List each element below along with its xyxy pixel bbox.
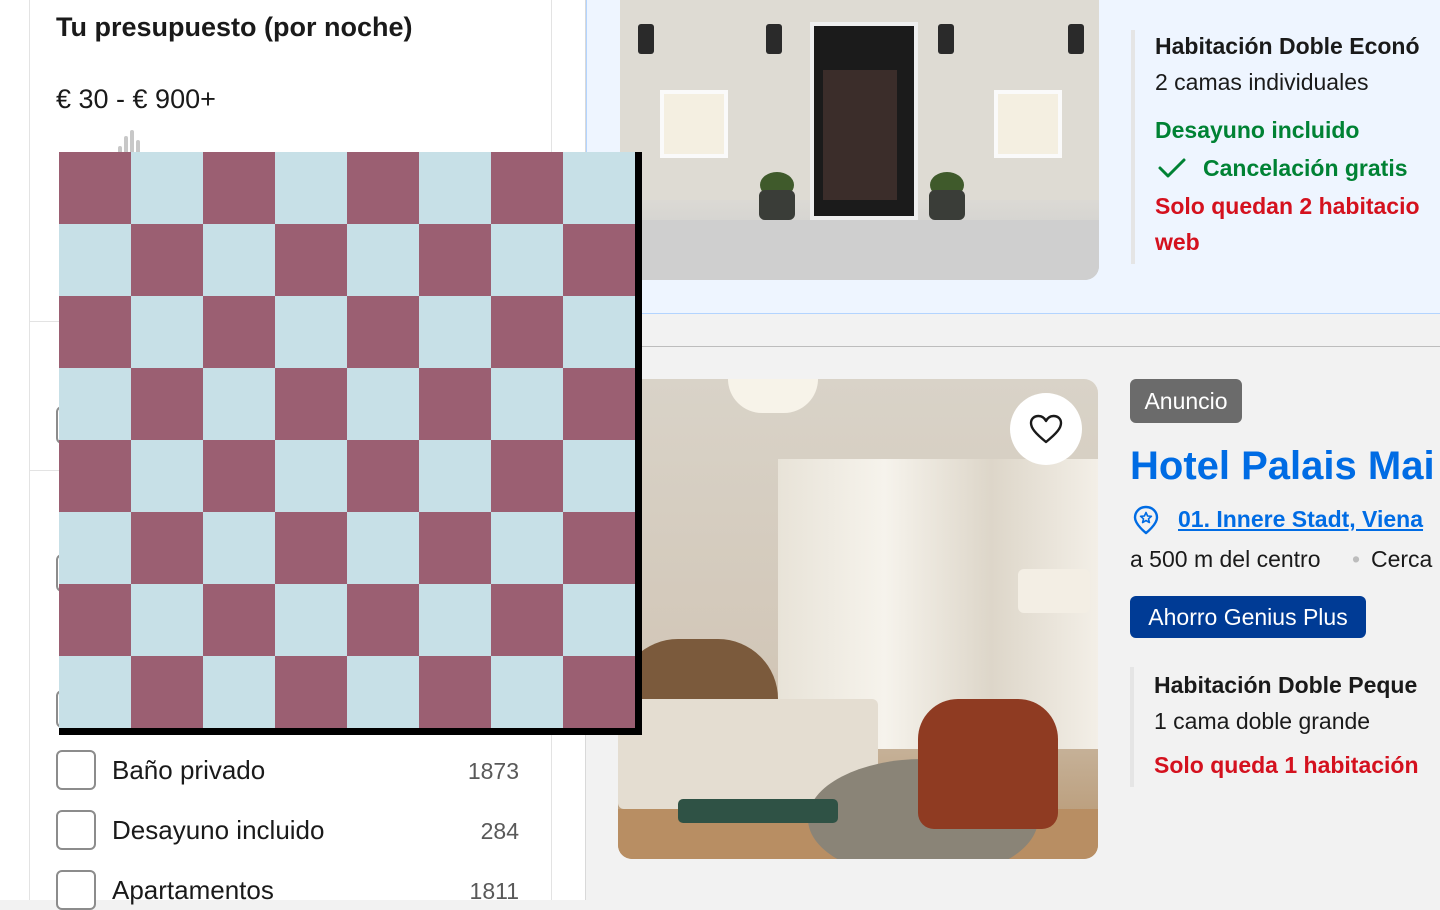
photo-planter <box>929 190 965 220</box>
filter-label: Desayuno incluido <box>112 815 325 845</box>
filter-checkbox[interactable] <box>56 870 96 910</box>
filter-option-breakfast[interactable]: Desayuno incluido 284 <box>56 810 526 850</box>
room-beds: 1 cama doble grande <box>1154 708 1371 734</box>
filter-option-apartments[interactable]: Apartamentos 1811 <box>56 870 526 910</box>
availability-warning-continued: web <box>1155 229 1200 255</box>
distance-from-center: a 500 m del centro <box>1130 546 1321 572</box>
property-photo[interactable] <box>620 0 1099 280</box>
filter-count: 1811 <box>469 878 519 904</box>
map-pin-icon <box>1133 505 1159 535</box>
photo-armchair <box>918 699 1058 829</box>
photo-bench <box>678 799 838 823</box>
photo-lampshade <box>1018 569 1090 613</box>
photo-planter <box>759 190 795 220</box>
address-link[interactable]: 01. Innere Stadt, Viena <box>1178 506 1423 533</box>
filter-count: 284 <box>480 818 519 844</box>
photo-lamp <box>766 24 782 54</box>
photo-window <box>660 90 728 158</box>
room-name: Habitación Doble Peque <box>1154 672 1418 698</box>
free-cancellation: Cancelación gratis <box>1203 155 1408 181</box>
photo-lamp <box>938 24 954 54</box>
filter-option-private-bathroom[interactable]: Baño privado 1873 <box>56 750 526 790</box>
budget-range: € 30 - € 900+ <box>56 84 216 114</box>
photo-street <box>620 220 1099 280</box>
availability-warning: Solo queda 1 habitación <box>1154 752 1419 778</box>
genius-deal-badge: Ahorro Genius Plus <box>1130 596 1366 638</box>
hotel-name-link[interactable]: Hotel Palais Mai <box>1130 444 1435 489</box>
budget-title: Tu presupuesto (por noche) <box>56 12 413 42</box>
photo-ceiling-lamp <box>728 379 818 413</box>
photo-door-glass <box>823 70 897 200</box>
save-to-wishlist-button[interactable] <box>1010 393 1082 465</box>
filter-count: 1873 <box>467 758 519 784</box>
availability-warning: Solo quedan 2 habitacio <box>1155 193 1420 219</box>
room-info-divider <box>1130 667 1134 787</box>
filter-label: Apartamentos <box>112 875 274 905</box>
check-icon <box>1158 158 1186 178</box>
filter-label: Baño privado <box>112 755 266 785</box>
photo-lamp <box>638 24 654 54</box>
heart-icon <box>1029 414 1063 444</box>
photo-window <box>994 90 1062 158</box>
separator-dot: • <box>1352 546 1361 572</box>
breakfast-included: Desayuno incluido <box>1155 117 1360 143</box>
filter-checkbox[interactable] <box>56 750 96 790</box>
price-histogram-bar <box>130 130 134 154</box>
room-info-divider <box>1131 30 1135 264</box>
checkerboard-overlay-image <box>59 152 642 735</box>
filter-checkbox[interactable] <box>56 810 96 850</box>
photo-lamp <box>1068 24 1084 54</box>
nearby-info: Cerca <box>1371 546 1433 572</box>
room-name: Habitación Doble Econó <box>1155 33 1420 59</box>
room-beds: 2 camas individuales <box>1155 69 1369 95</box>
ad-badge: Anuncio <box>1130 379 1242 423</box>
card-separator <box>586 346 1440 347</box>
